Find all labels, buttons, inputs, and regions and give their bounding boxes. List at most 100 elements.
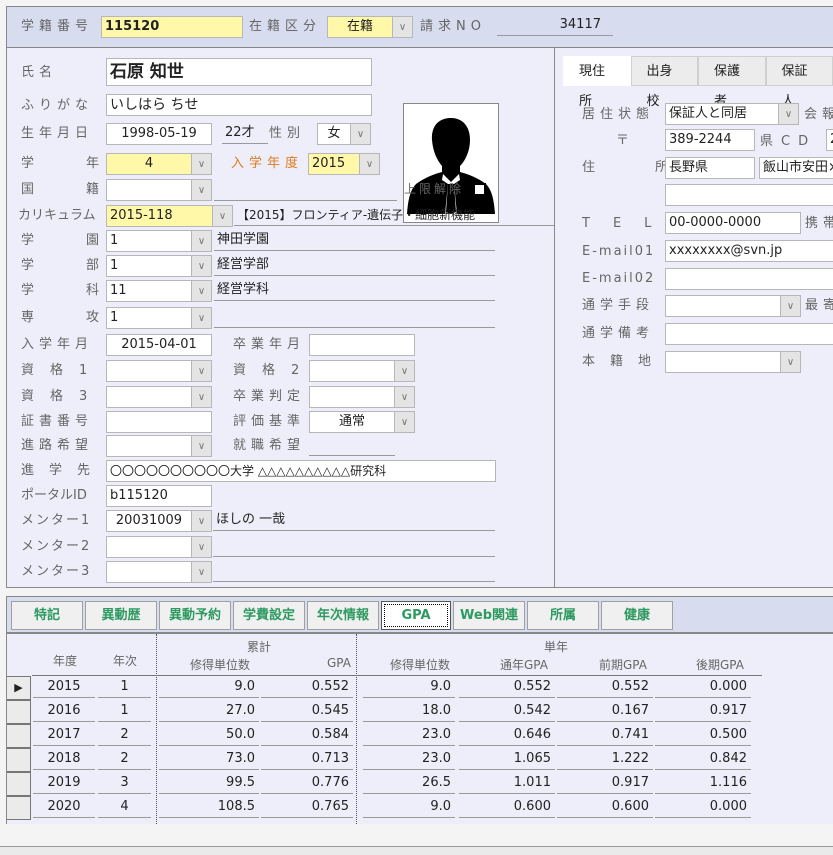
cell-cum-gpa[interactable]: 0.713 bbox=[261, 748, 353, 770]
tab-guarantor[interactable]: 保証人 bbox=[765, 56, 833, 109]
curriculum-select[interactable]: 2015-118 ∨ bbox=[106, 205, 233, 227]
name-field[interactable]: 石原 知世 bbox=[106, 58, 372, 86]
row-selector[interactable] bbox=[7, 724, 31, 748]
chevron-down-icon[interactable]: ∨ bbox=[191, 361, 211, 381]
chevron-down-icon[interactable]: ∨ bbox=[191, 231, 211, 251]
row-selector[interactable] bbox=[7, 748, 31, 772]
eval-std-select[interactable]: 通常 ∨ bbox=[309, 411, 415, 433]
entry-year-select[interactable]: 2015 ∨ bbox=[308, 153, 380, 175]
health-button[interactable]: 健康 bbox=[601, 601, 673, 630]
cell-single-credits[interactable]: 9.0 bbox=[363, 676, 455, 698]
cell-annual-gpa[interactable]: 0.542 bbox=[459, 700, 555, 722]
cell-single-credits[interactable]: 23.0 bbox=[363, 724, 455, 746]
chevron-down-icon[interactable]: ∨ bbox=[191, 308, 211, 328]
cell-annual-gpa[interactable]: 1.011 bbox=[459, 772, 555, 794]
chevron-down-icon[interactable]: ∨ bbox=[394, 361, 414, 381]
entry-date-field[interactable]: 2015-04-01 bbox=[106, 334, 212, 356]
grade-select[interactable]: 4 ∨ bbox=[106, 153, 212, 175]
row-selector[interactable] bbox=[7, 700, 31, 724]
transfer-reservation-button[interactable]: 異動予約 bbox=[159, 601, 231, 630]
chevron-down-icon[interactable]: ∨ bbox=[780, 296, 800, 316]
address2-field[interactable] bbox=[665, 184, 833, 206]
birthdate-field[interactable]: 1998-05-19 bbox=[106, 123, 212, 145]
portal-id-field[interactable]: b115120 bbox=[106, 485, 212, 507]
cell-cum-gpa[interactable]: 0.765 bbox=[261, 796, 353, 818]
cell-second-term-gpa[interactable]: 0.917 bbox=[655, 700, 751, 722]
cell-cum-gpa[interactable]: 0.545 bbox=[261, 700, 353, 722]
grad-date-field[interactable] bbox=[309, 334, 415, 356]
cell-second-term-gpa[interactable]: 0.842 bbox=[655, 748, 751, 770]
department-select[interactable]: 11 ∨ bbox=[106, 280, 212, 302]
email2-field[interactable] bbox=[665, 268, 833, 290]
qual2-select[interactable]: ∨ bbox=[309, 360, 415, 382]
cell-single-credits[interactable]: 23.0 bbox=[363, 748, 455, 770]
row-selector[interactable] bbox=[7, 796, 31, 820]
tab-current-address[interactable]: 現住所 bbox=[563, 56, 631, 109]
grad-judge-select[interactable]: ∨ bbox=[309, 386, 415, 408]
chevron-down-icon[interactable]: ∨ bbox=[212, 206, 232, 226]
cell-cum-credits[interactable]: 99.5 bbox=[159, 772, 259, 794]
affiliation-button[interactable]: 所属 bbox=[527, 601, 599, 630]
cell-second-term-gpa[interactable]: 0.000 bbox=[655, 796, 751, 818]
cell-single-credits[interactable]: 9.0 bbox=[363, 796, 455, 818]
notes-button[interactable]: 特記 bbox=[11, 601, 83, 630]
chevron-down-icon[interactable]: ∨ bbox=[191, 562, 211, 582]
chevron-down-icon[interactable]: ∨ bbox=[191, 511, 211, 531]
cell-first-term-gpa[interactable]: 0.741 bbox=[557, 724, 653, 746]
transfer-history-button[interactable]: 異動歴 bbox=[85, 601, 157, 630]
tel-field[interactable]: 00-0000-0000 bbox=[665, 212, 801, 234]
domicile-select[interactable]: ∨ bbox=[665, 351, 801, 373]
cell-cum-credits[interactable]: 27.0 bbox=[159, 700, 259, 722]
gpa-button[interactable]: GPA bbox=[381, 601, 451, 630]
cell-grade[interactable]: 2 bbox=[98, 748, 151, 770]
mentor2-select[interactable]: ∨ bbox=[106, 536, 212, 558]
city-field[interactable]: 飯山市安田× bbox=[759, 157, 833, 179]
qual1-select[interactable]: ∨ bbox=[106, 360, 212, 382]
cell-year[interactable]: 2018 bbox=[33, 748, 95, 770]
chevron-down-icon[interactable]: ∨ bbox=[778, 104, 798, 124]
cell-first-term-gpa[interactable]: 0.552 bbox=[557, 676, 653, 698]
cell-year[interactable]: 2019 bbox=[33, 772, 95, 794]
chevron-down-icon[interactable]: ∨ bbox=[191, 387, 211, 407]
mentor3-select[interactable]: ∨ bbox=[106, 561, 212, 583]
cell-first-term-gpa[interactable]: 1.222 bbox=[557, 748, 653, 770]
cell-single-credits[interactable]: 18.0 bbox=[363, 700, 455, 722]
major-select[interactable]: 1 ∨ bbox=[106, 307, 212, 329]
tuition-settings-button[interactable]: 学費設定 bbox=[233, 601, 305, 630]
cell-year[interactable]: 2020 bbox=[33, 796, 95, 818]
enroll-status-select[interactable]: 在籍 ∨ bbox=[327, 16, 413, 38]
cell-cum-credits[interactable]: 73.0 bbox=[159, 748, 259, 770]
tab-guardian[interactable]: 保護者 bbox=[698, 56, 766, 109]
residence-select[interactable]: 保証人と同居 ∨ bbox=[665, 103, 799, 125]
cell-annual-gpa[interactable]: 0.552 bbox=[459, 676, 555, 698]
cell-grade[interactable]: 2 bbox=[98, 724, 151, 746]
chevron-down-icon[interactable]: ∨ bbox=[191, 436, 211, 456]
cell-single-credits[interactable]: 26.5 bbox=[363, 772, 455, 794]
nationality-select[interactable]: ∨ bbox=[106, 179, 212, 201]
chevron-down-icon[interactable]: ∨ bbox=[394, 412, 414, 432]
web-related-button[interactable]: Web関連 bbox=[453, 601, 525, 630]
cell-cum-credits[interactable]: 9.0 bbox=[159, 676, 259, 698]
cell-annual-gpa[interactable]: 1.065 bbox=[459, 748, 555, 770]
email1-field[interactable]: xxxxxxxx@svn.jp bbox=[665, 240, 833, 262]
chevron-down-icon[interactable]: ∨ bbox=[392, 17, 412, 37]
row-selector[interactable] bbox=[7, 772, 31, 796]
chevron-down-icon[interactable]: ∨ bbox=[191, 154, 211, 174]
cell-year[interactable]: 2017 bbox=[33, 724, 95, 746]
student-no-field[interactable]: 115120 bbox=[101, 16, 243, 38]
cell-second-term-gpa[interactable]: 1.116 bbox=[655, 772, 751, 794]
chevron-down-icon[interactable]: ∨ bbox=[191, 180, 211, 200]
cell-cum-gpa[interactable]: 0.776 bbox=[261, 772, 353, 794]
cell-cum-gpa[interactable]: 0.552 bbox=[261, 676, 353, 698]
pref-cd-field[interactable]: 2 bbox=[826, 129, 833, 151]
campus-select[interactable]: 1 ∨ bbox=[106, 230, 212, 252]
career-select[interactable]: ∨ bbox=[106, 435, 212, 457]
chevron-down-icon[interactable]: ∨ bbox=[191, 537, 211, 557]
next-school-field[interactable]: 〇〇〇〇〇〇〇〇〇〇大学 △△△△△△△△△△研究科 bbox=[106, 460, 496, 482]
limit-release-checkbox[interactable] bbox=[473, 183, 486, 196]
chevron-down-icon[interactable]: ∨ bbox=[359, 154, 379, 174]
cell-second-term-gpa[interactable]: 0.000 bbox=[655, 676, 751, 698]
cell-grade[interactable]: 1 bbox=[98, 700, 151, 722]
tab-alma-mater[interactable]: 出身校 bbox=[630, 56, 698, 109]
cell-first-term-gpa[interactable]: 0.600 bbox=[557, 796, 653, 818]
